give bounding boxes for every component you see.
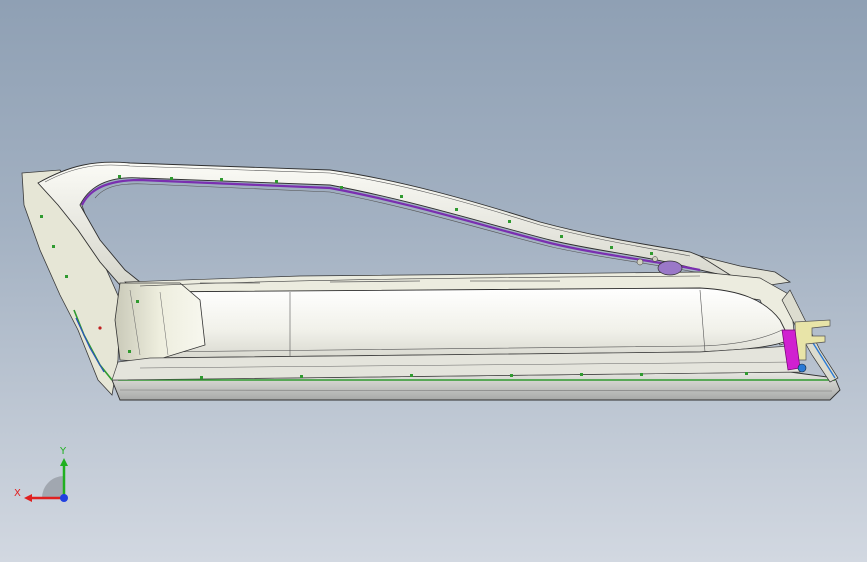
door-inner-panel xyxy=(134,287,791,359)
x-axis-label: X xyxy=(14,488,21,499)
door-frame-model[interactable] xyxy=(21,161,841,401)
model-canvas[interactable] xyxy=(0,0,867,562)
x-axis-arrow xyxy=(24,494,32,502)
axis-triad: Y X xyxy=(14,446,68,502)
z-axis-marker xyxy=(60,494,68,502)
y-axis-arrow xyxy=(60,458,68,466)
triad-base-arc xyxy=(42,476,64,498)
speaker-cutout xyxy=(657,260,683,276)
3d-viewport[interactable]: Y X xyxy=(0,0,867,562)
y-axis-label: Y xyxy=(59,446,67,457)
